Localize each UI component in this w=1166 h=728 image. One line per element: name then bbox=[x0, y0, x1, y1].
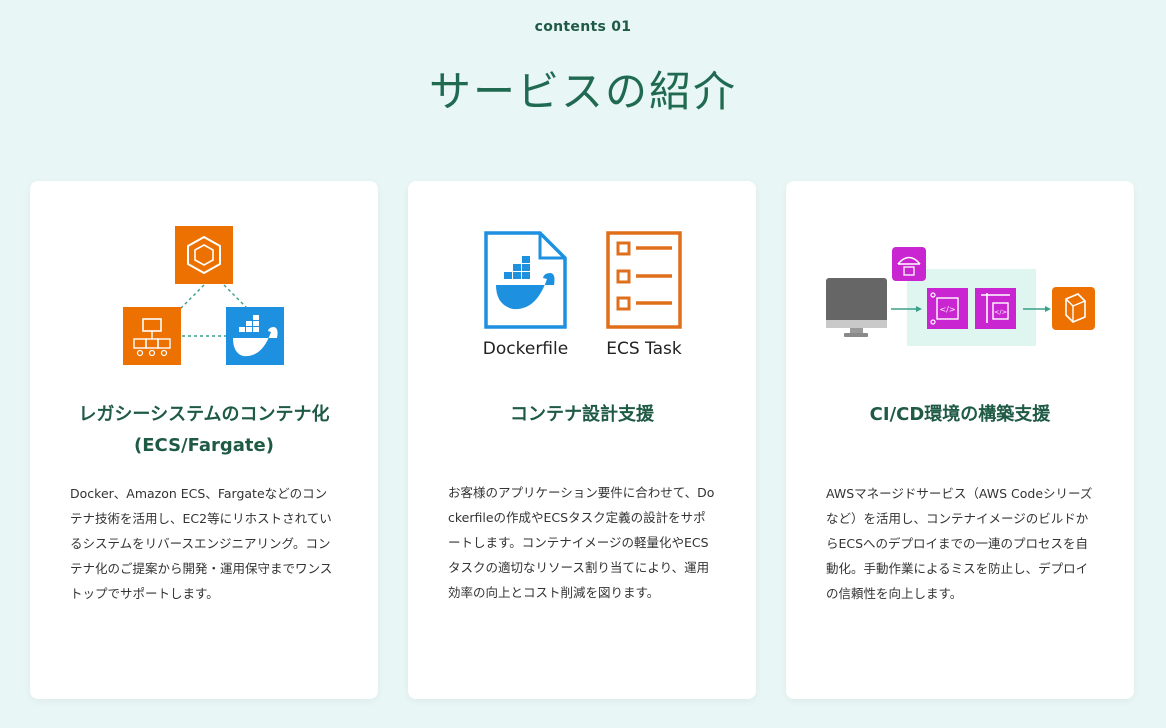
card-title-line: CI/CD環境の構築支援 bbox=[869, 404, 1051, 425]
card-description: AWSマネージドサービス（AWS Codeシリーズなど）を活用し、コンテナイメー… bbox=[826, 486, 1093, 601]
containerization-illustration bbox=[123, 226, 284, 365]
section-title: サービスの紹介 bbox=[428, 67, 737, 116]
card-description: Docker、Amazon ECS、Fargateなどのコンテナ技術を活用し、E… bbox=[70, 486, 333, 601]
codecommit-icon: </> bbox=[927, 288, 968, 329]
card-title: コンテナ設計支援 bbox=[428, 399, 736, 430]
ecs-task-icon bbox=[606, 231, 682, 329]
container-design-illustration bbox=[484, 231, 682, 329]
svg-text:</>: </> bbox=[994, 308, 1007, 316]
card-title: CI/CD環境の構築支援 bbox=[806, 399, 1114, 430]
ecs-task-label: ECS Task bbox=[606, 339, 682, 359]
card-title-line: レガシーシステムのコンテナ化 bbox=[78, 404, 330, 425]
dockerfile-icon bbox=[484, 231, 567, 329]
cicd-illustration: </> </> bbox=[826, 247, 1095, 346]
codebuild-icon: </> bbox=[975, 288, 1016, 329]
card-title-line: コンテナ設計支援 bbox=[510, 404, 654, 425]
card-title: レガシーシステムのコンテナ化 (ECS/Fargate) bbox=[50, 399, 358, 461]
section-label: contents 01 bbox=[534, 19, 632, 35]
dockerfile-label: Dockerfile bbox=[482, 339, 569, 359]
codepipeline-icon bbox=[892, 247, 926, 281]
monitor-icon bbox=[826, 278, 887, 337]
fargate-icon bbox=[123, 307, 181, 365]
ecs-icon bbox=[175, 226, 233, 284]
svg-text:</>: </> bbox=[939, 305, 955, 314]
service-card-container-design: Dockerfile ECS Task コンテナ設計支援 お客様のアプリケーショ… bbox=[408, 181, 756, 699]
card-description: お客様のアプリケーション要件に合わせて、Dockerfileの作成やECSタスク… bbox=[448, 485, 715, 600]
docker-icon bbox=[226, 307, 284, 365]
service-card-cicd: </> </> CI/CD環境の構築支援 AWSマネージドサービス（AWS Co… bbox=[786, 181, 1134, 699]
card-title-line: (ECS/Fargate) bbox=[134, 435, 274, 456]
ecs-target-icon bbox=[1052, 287, 1095, 330]
service-card-containerization: レガシーシステムのコンテナ化 (ECS/Fargate) Docker、Amaz… bbox=[30, 181, 378, 699]
